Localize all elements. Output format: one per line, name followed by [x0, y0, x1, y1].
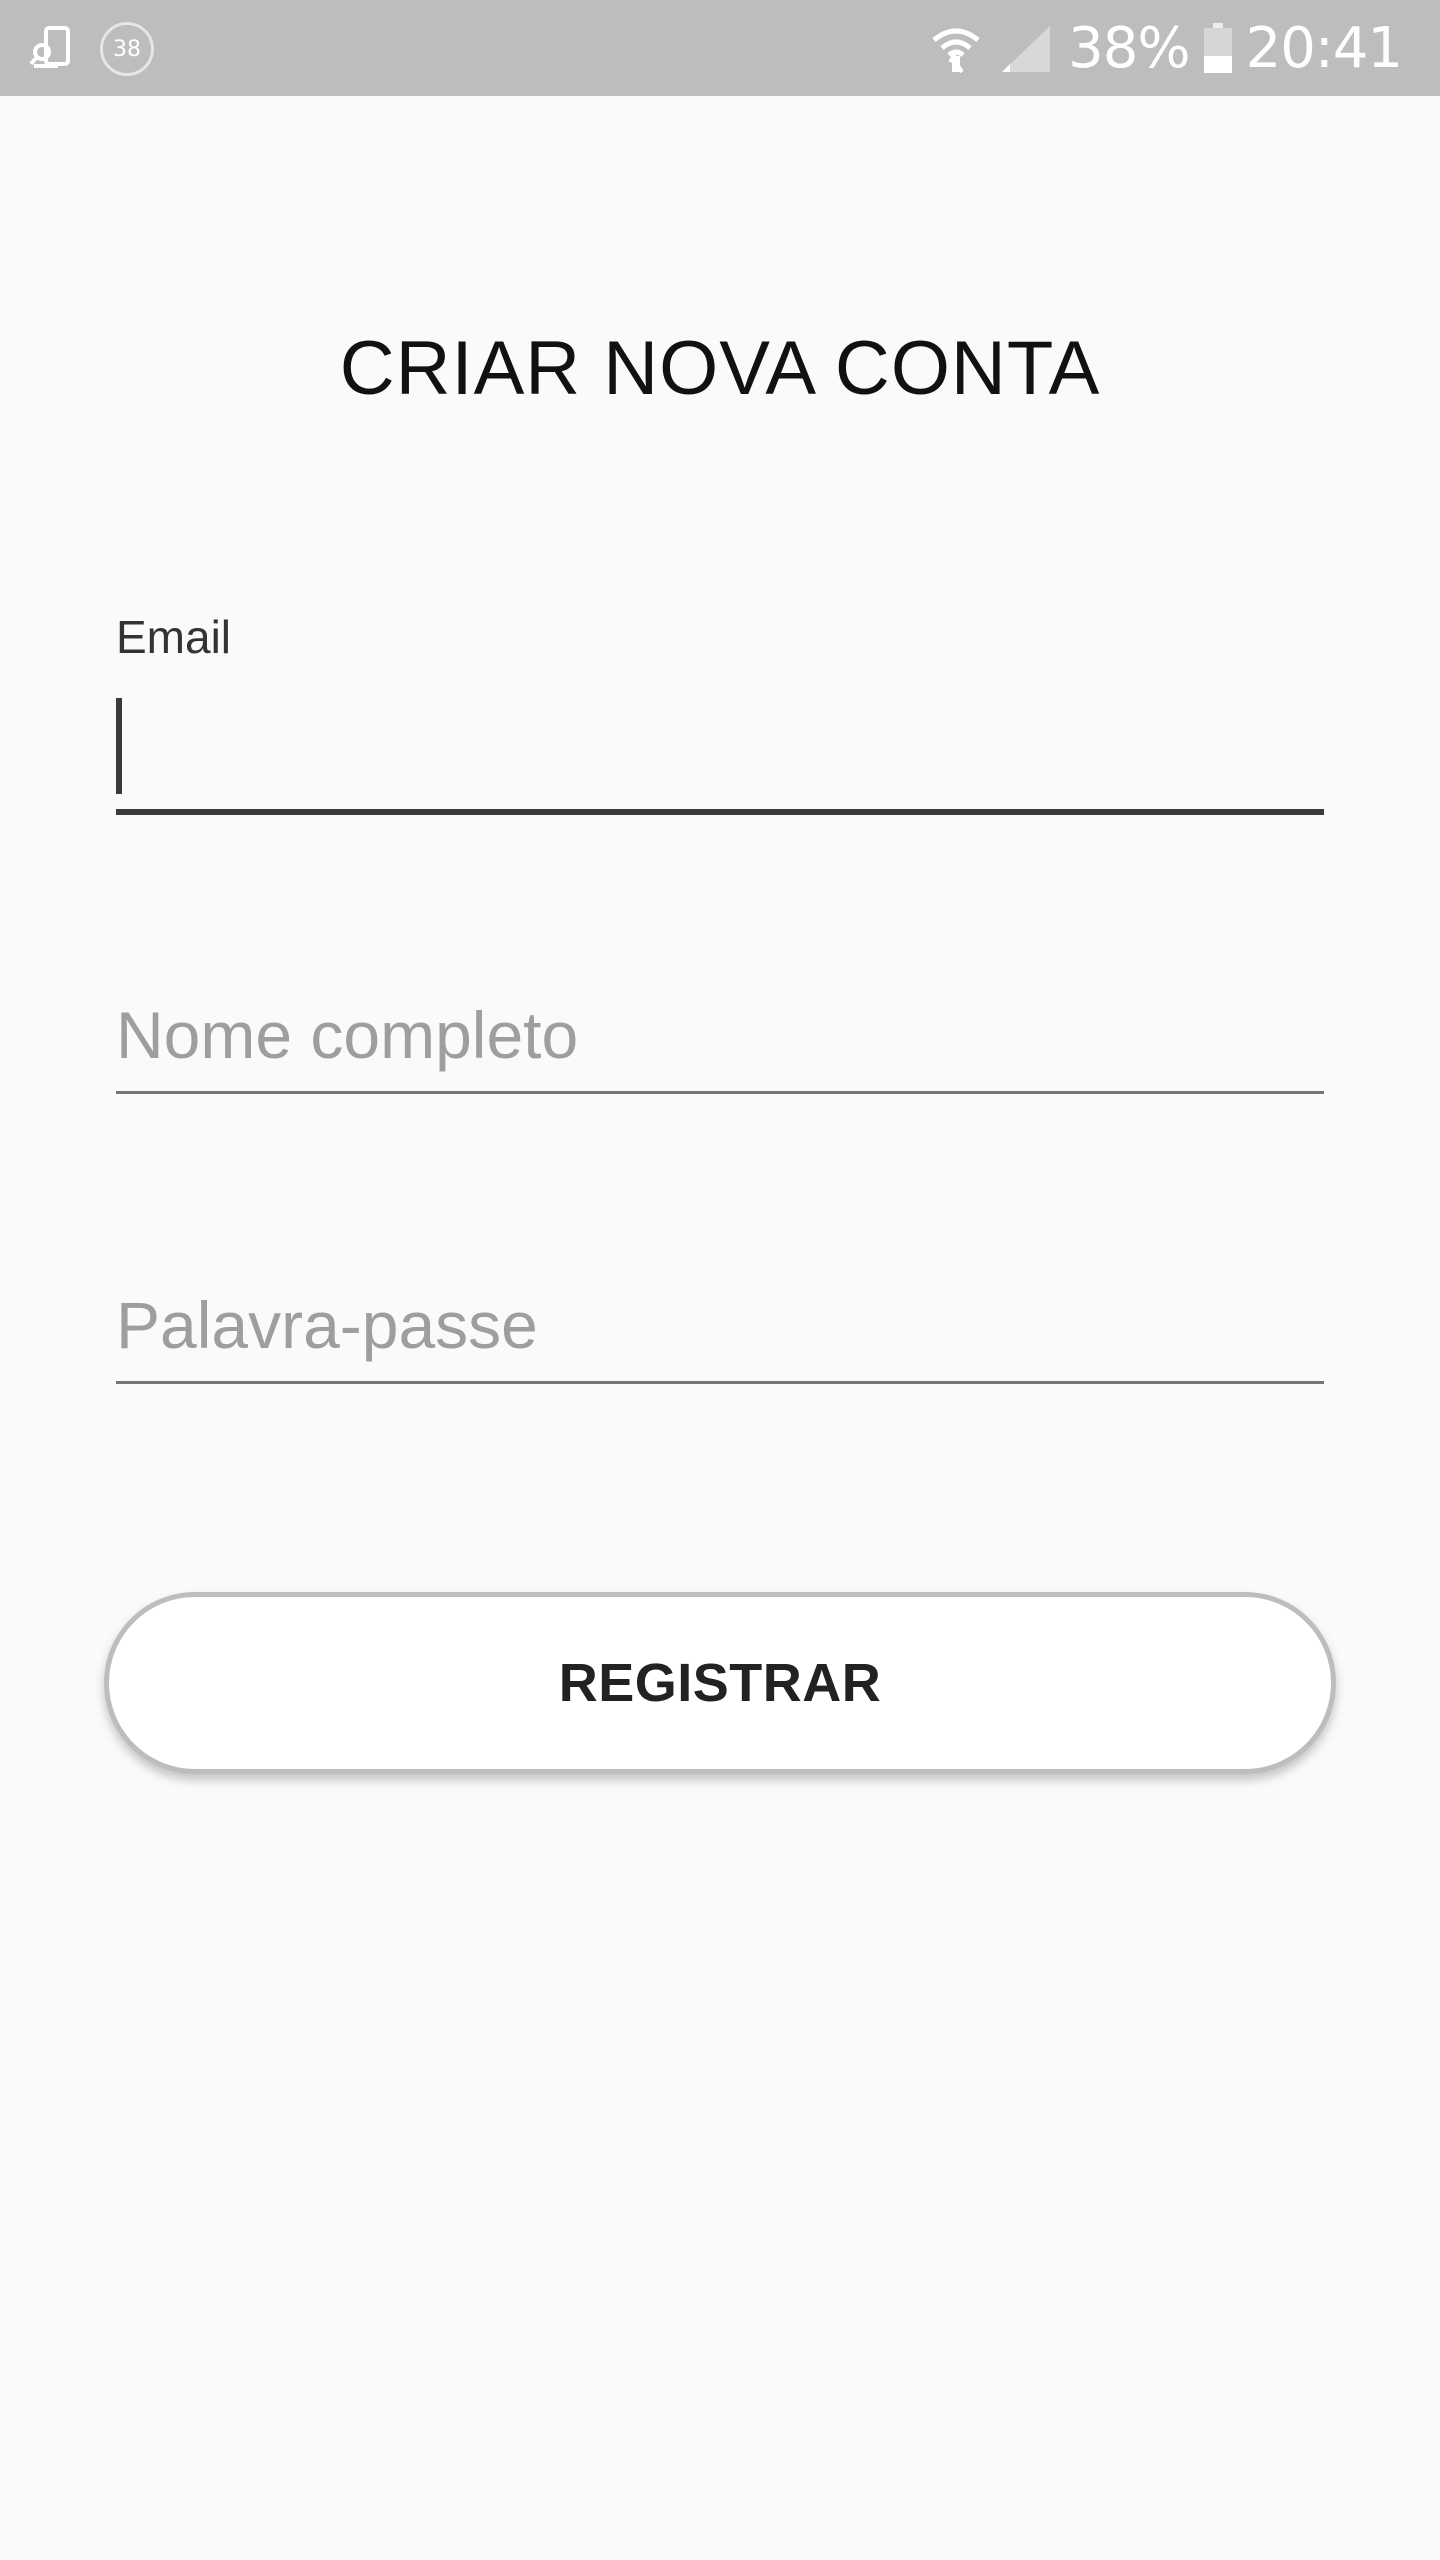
notification-badge-count: 38	[113, 36, 141, 62]
password-field	[116, 1275, 1324, 1385]
full-name-input[interactable]	[116, 985, 1324, 1085]
wifi-icon	[928, 20, 984, 76]
status-bar-right: 38% 20:41	[928, 0, 1403, 96]
register-button[interactable]: REGISTRAR	[104, 1592, 1336, 1774]
remote-device-icon	[28, 22, 80, 74]
full-name-field	[116, 985, 1324, 1095]
clock-time: 20:41	[1245, 15, 1403, 81]
page-title: CRIAR NOVA CONTA	[339, 326, 1101, 411]
password-underline	[116, 1381, 1324, 1384]
email-input[interactable]	[116, 692, 1324, 802]
register-screen: 38 38% 20:41 CRIAR NOVA CONTA Email Nome…	[0, 0, 1440, 2560]
progress-badge-icon: 38	[100, 22, 154, 76]
password-input[interactable]	[116, 1275, 1324, 1375]
cell-signal-icon	[998, 20, 1054, 76]
email-field: Email	[116, 610, 1324, 815]
email-label: Email	[116, 611, 232, 663]
text-cursor	[116, 698, 122, 794]
battery-percentage: 38%	[1068, 15, 1190, 81]
full-name-underline	[116, 1091, 1324, 1094]
email-underline	[116, 809, 1324, 815]
battery-icon	[1203, 23, 1232, 73]
status-bar: 38 38% 20:41	[0, 0, 1440, 96]
